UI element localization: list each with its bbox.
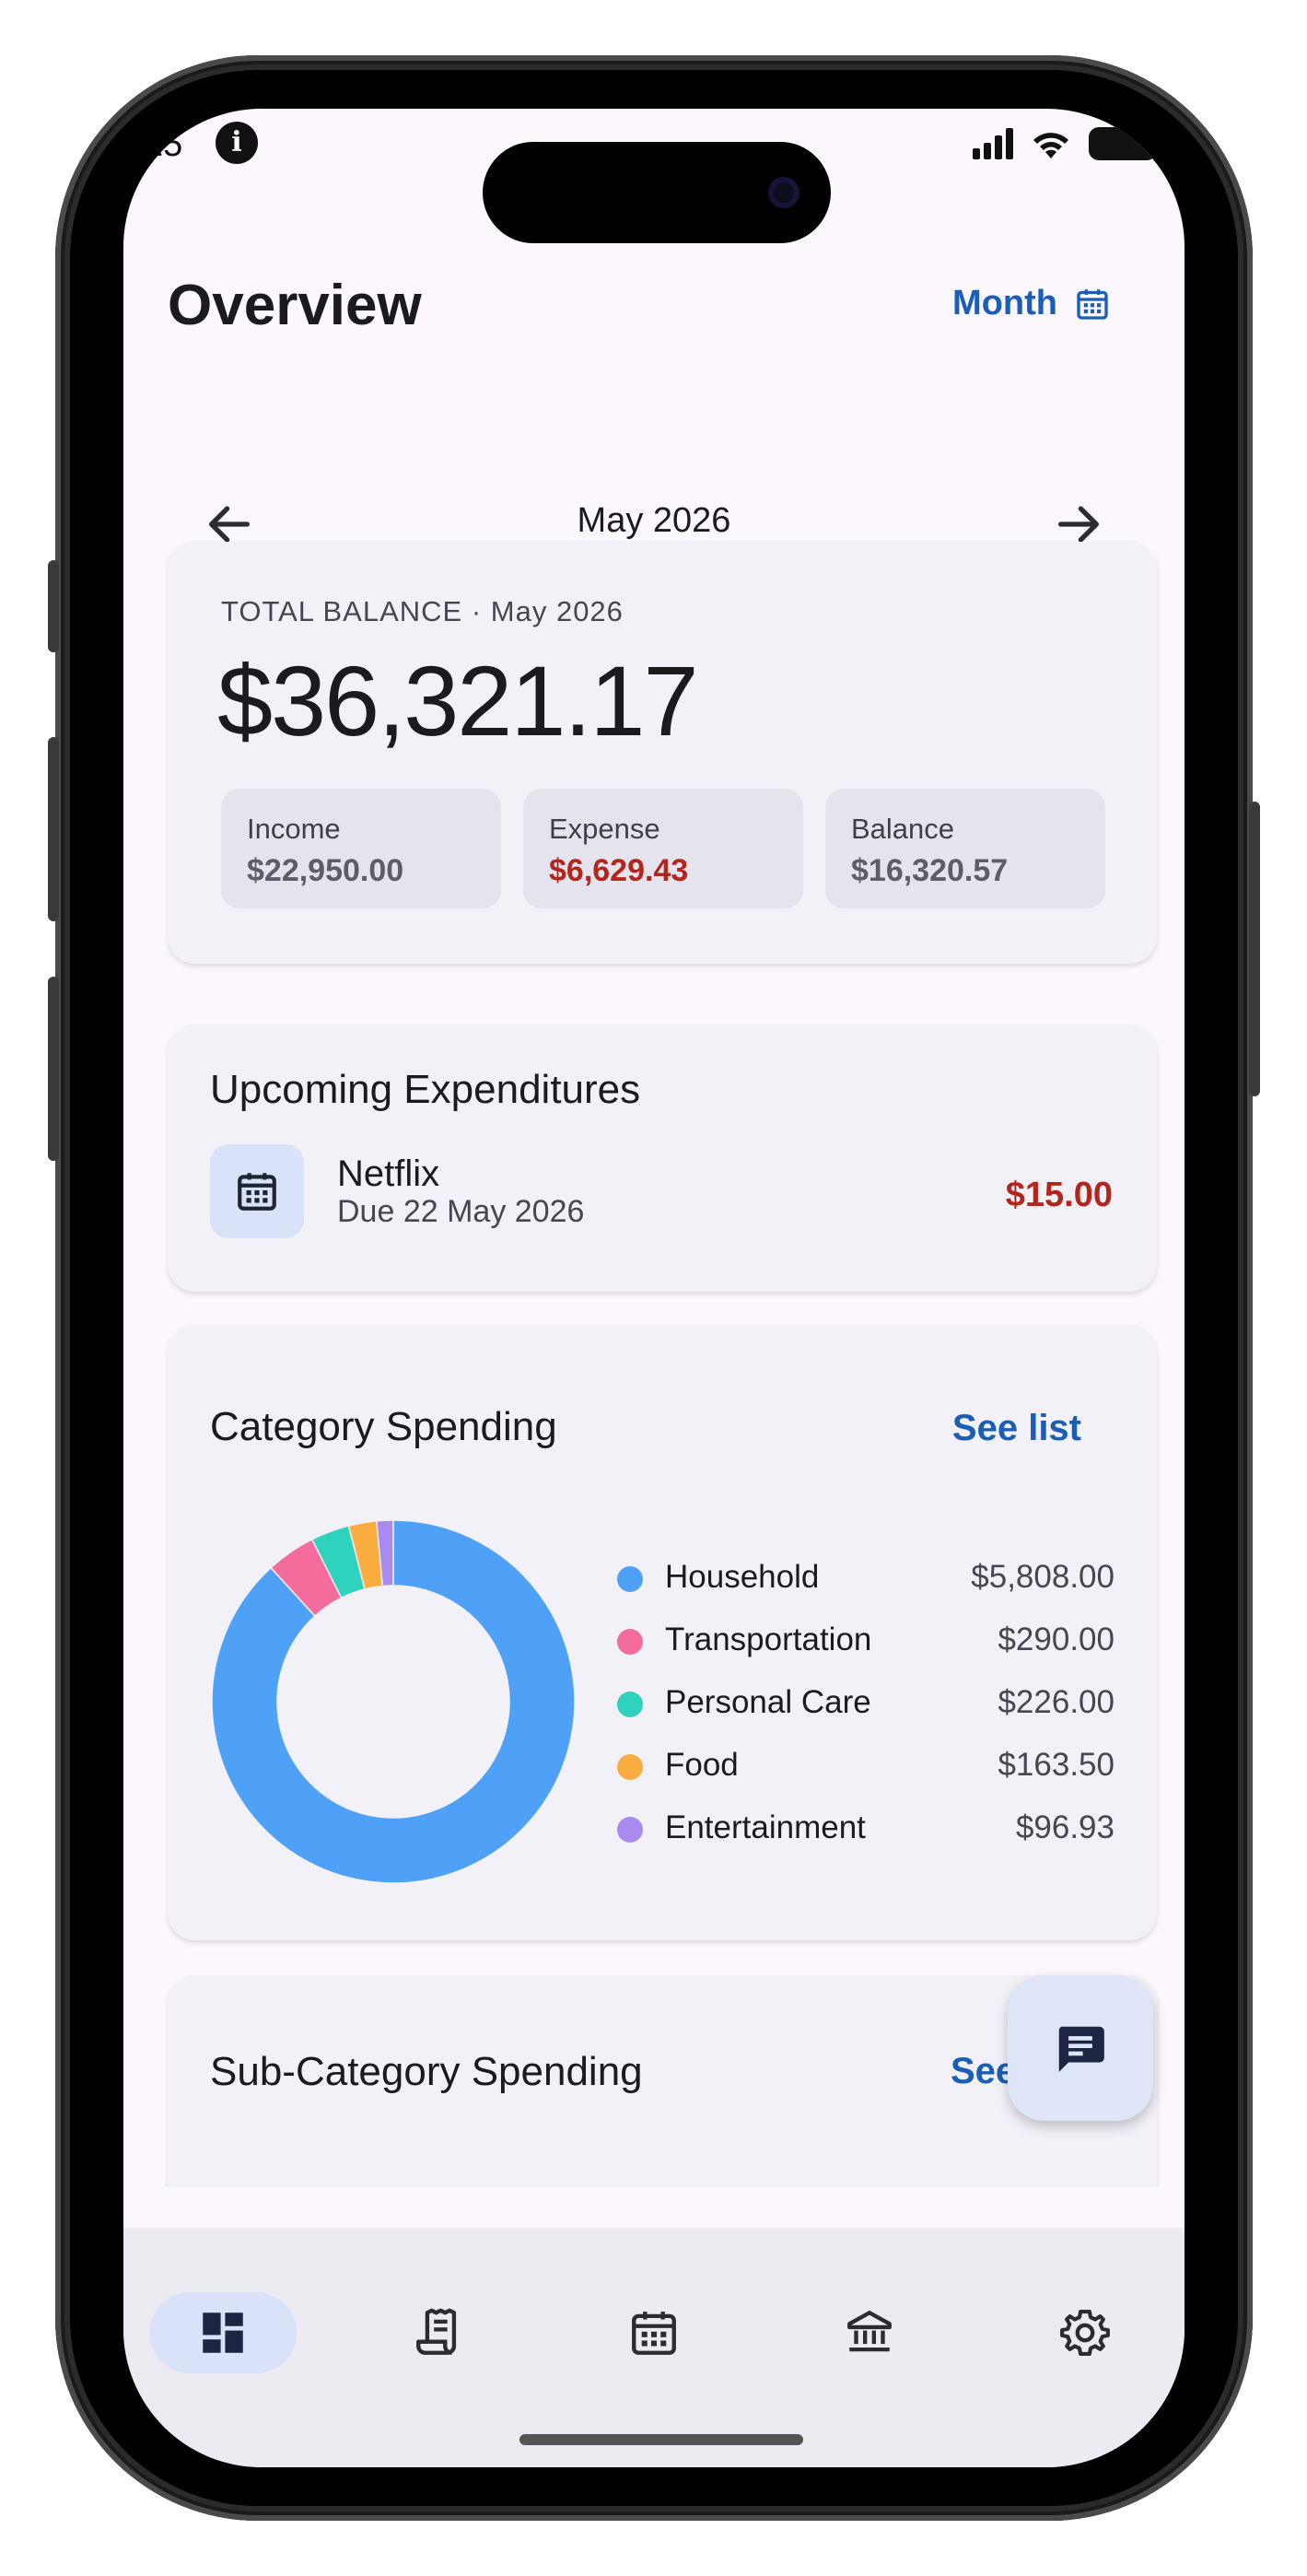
legend-swatch [617, 1566, 643, 1592]
month-label: May 2026 [577, 501, 731, 540]
expense-stat: Expense $6,629.43 [523, 789, 803, 908]
upcoming-item-name: Netflix [337, 1153, 440, 1194]
bottom-navigation [123, 2228, 1184, 2467]
legend-item: Household $5,808.00 [617, 1555, 1114, 1618]
legend-label: Transportation [665, 1622, 872, 1657]
income-label: Income [247, 813, 341, 845]
home-indicator [519, 2434, 803, 2445]
legend-label: Household [665, 1559, 820, 1595]
calendar-icon [1077, 288, 1108, 320]
action-button [48, 560, 59, 652]
expense-value: $6,629.43 [549, 853, 689, 888]
income-stat: Income $22,950.00 [221, 789, 501, 908]
status-bar: 15 i [123, 109, 1184, 247]
power-button [1249, 802, 1260, 1096]
nav-settings[interactable] [1011, 2292, 1159, 2373]
cellular-signal-icon [973, 128, 1013, 159]
see-list-link[interactable]: See list [952, 1408, 1081, 1449]
balance-stat: Balance $16,320.57 [825, 789, 1105, 908]
volume-down-button [48, 977, 59, 1161]
bank-icon [847, 2311, 892, 2352]
upcoming-title: Upcoming Expenditures [210, 1067, 641, 1112]
chat-fab-button[interactable] [1008, 1975, 1153, 2121]
page-title: Overview [168, 274, 422, 337]
legend-label: Entertainment [665, 1809, 866, 1845]
sub-category-title: Sub-Category Spending [210, 2049, 643, 2094]
legend-value: $163.50 [998, 1747, 1114, 1783]
nav-calendar[interactable] [580, 2292, 728, 2373]
legend-swatch [617, 1817, 643, 1843]
balance-label: Balance [851, 813, 955, 845]
legend-item: Transportation $290.00 [617, 1618, 1114, 1680]
nav-accounts[interactable] [796, 2292, 943, 2373]
battery-icon [1089, 127, 1164, 160]
legend-value: $226.00 [998, 1684, 1114, 1720]
chat-icon [1058, 2026, 1104, 2072]
calendar-icon [210, 1144, 304, 1238]
category-spending-card: Category Spending See list Household $5,8… [168, 1325, 1157, 1940]
receipt-icon [416, 2308, 457, 2355]
expense-label: Expense [549, 813, 660, 845]
legend-swatch [617, 1629, 643, 1655]
legend-item: Personal Care $226.00 [617, 1680, 1114, 1743]
balance-value: $16,320.57 [851, 853, 1009, 888]
legend-label: Personal Care [665, 1684, 871, 1720]
nav-dashboard[interactable] [149, 2292, 297, 2373]
income-value: $22,950.00 [247, 853, 404, 888]
category-donut-chart [211, 1519, 576, 1884]
legend-swatch [617, 1692, 643, 1717]
gear-icon [1060, 2309, 1110, 2357]
legend-item: Entertainment $96.93 [617, 1806, 1114, 1868]
wifi-icon [1033, 133, 1068, 158]
category-title: Category Spending [210, 1404, 557, 1449]
volume-up-button [48, 737, 59, 921]
app-screen: 15 i Overview Month May 2026 TOTAL BALAN… [123, 109, 1184, 2467]
info-icon: i [216, 122, 258, 164]
dynamic-island [483, 142, 831, 243]
legend-swatch [617, 1754, 643, 1780]
legend-label: Food [665, 1747, 739, 1783]
dashboard-icon [203, 2313, 243, 2353]
total-balance-card: TOTAL BALANCE · May 2026 $36,321.17 Inco… [168, 542, 1157, 964]
status-time: 15 [144, 125, 183, 164]
upcoming-item-amount: $15.00 [1005, 1176, 1113, 1214]
period-label: Month [952, 284, 1057, 322]
category-legend: Household $5,808.00 Transportation $290.00 P… [617, 1555, 1114, 1868]
upcoming-expenditures-card: Upcoming Expenditures Netflix Due 22 May… [168, 1025, 1157, 1292]
legend-value: $5,808.00 [971, 1559, 1114, 1595]
legend-value: $96.93 [1015, 1809, 1114, 1845]
sub-see-list-link[interactable]: See [951, 2051, 1016, 2092]
status-icons [973, 123, 1164, 164]
camera-icon [768, 177, 799, 208]
upcoming-item-due: Due 22 May 2026 [337, 1194, 585, 1229]
nav-transactions[interactable] [365, 2292, 512, 2373]
calendar-icon [632, 2312, 676, 2355]
period-selector-button[interactable]: Month [952, 284, 1111, 323]
legend-value: $290.00 [998, 1622, 1114, 1657]
balance-caption: TOTAL BALANCE · May 2026 [221, 595, 624, 627]
total-balance-amount: $36,321.17 [217, 645, 699, 756]
legend-item: Food $163.50 [617, 1743, 1114, 1806]
